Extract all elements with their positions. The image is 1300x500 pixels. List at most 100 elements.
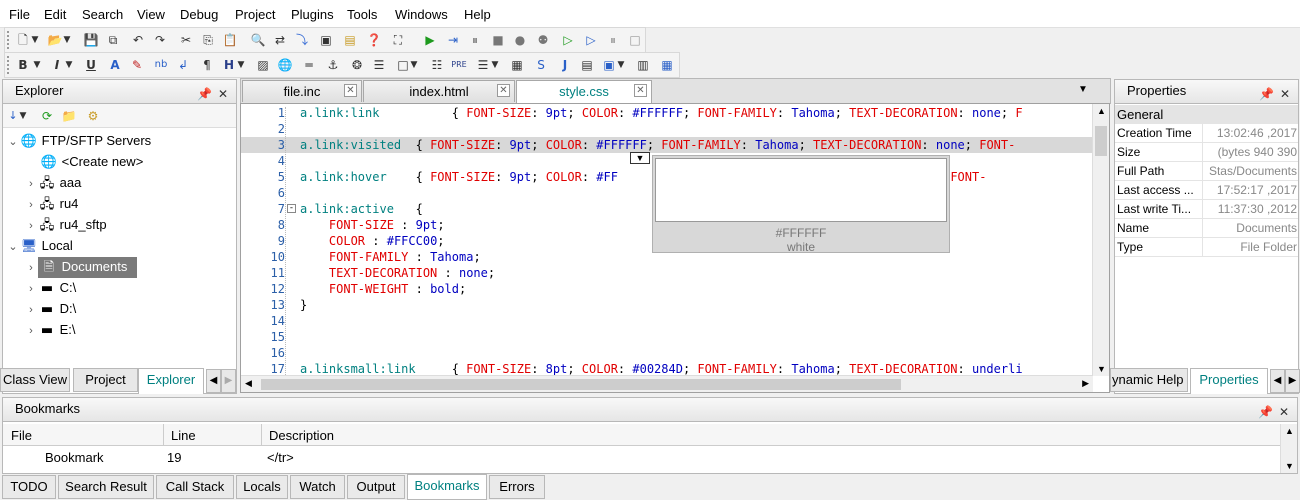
anchor-icon[interactable]: ⚓ (325, 57, 341, 73)
expand-icon[interactable]: › (24, 195, 38, 215)
close-icon[interactable]: ✕ (497, 84, 510, 97)
scroll-thumb[interactable] (261, 379, 901, 390)
nbsp-icon[interactable]: nb (153, 57, 169, 73)
undo-icon[interactable]: ↶ (130, 32, 146, 48)
menu-plugins[interactable]: Plugins (291, 7, 334, 22)
chevron-down-icon[interactable]: ▼ (33, 57, 41, 73)
redo-icon[interactable]: ↷ (152, 32, 168, 48)
tab-explorer[interactable]: Explorer (138, 368, 204, 394)
tab-search-result[interactable]: Search Result (58, 475, 154, 499)
paragraph-icon[interactable]: ¶ (199, 57, 215, 73)
css-icon[interactable]: S (533, 57, 549, 73)
color-icon[interactable]: ✎ (129, 57, 145, 73)
close-icon[interactable]: ✕ (634, 84, 647, 97)
heading-icon[interactable]: H (221, 57, 237, 73)
menu-view[interactable]: View (137, 7, 165, 22)
editor-horizontal-scrollbar[interactable]: ◀ ▶ (241, 375, 1093, 392)
breakpoint-icon[interactable]: ● (512, 32, 528, 48)
tab-dynamic-help[interactable]: ynamic Help (1110, 368, 1188, 392)
step-icon[interactable]: ⇥ (445, 32, 461, 48)
property-row[interactable]: Type File Folder (1115, 238, 1298, 257)
code-line[interactable]: 3 a.link:visited { FONT-SIZE: 9pt; COLOR:… (241, 137, 1093, 153)
menu-windows[interactable]: Windows (395, 7, 448, 22)
run-icon[interactable]: ▶ (422, 32, 438, 48)
code-line[interactable]: 2 (241, 121, 1093, 137)
close-icon[interactable]: ✕ (1280, 83, 1290, 105)
stop-debug-icon[interactable]: □ (627, 32, 643, 48)
code-editor[interactable]: 1 a.link:link { FONT-SIZE: 9pt; COLOR: #F… (240, 103, 1110, 393)
chevron-down-icon[interactable]: ▼ (19, 108, 27, 124)
div-icon[interactable]: □ (395, 57, 411, 73)
toolbar-grip[interactable] (7, 31, 10, 49)
tab-todo[interactable]: TODO (2, 475, 56, 499)
window-icon[interactable]: ▣ (318, 32, 334, 48)
italic-icon[interactable]: I (49, 57, 65, 73)
font-icon[interactable]: A (107, 57, 123, 73)
save-icon[interactable]: 💾 (83, 32, 99, 48)
column-divider[interactable] (163, 424, 164, 445)
scroll-thumb[interactable] (1095, 126, 1107, 156)
tab-class-view[interactable]: Class View (0, 368, 70, 392)
scroll-up-icon[interactable]: ▲ (1285, 426, 1294, 436)
bookmarks-scrollbar[interactable]: ▲ ▼ (1280, 424, 1297, 473)
chevron-down-icon[interactable]: ▼ (491, 57, 499, 73)
expand-icon[interactable]: › (24, 321, 38, 341)
refresh-icon[interactable]: ⟳ (39, 108, 55, 124)
tree-item-ftp-servers[interactable]: ⌄ 🌐 FTP/SFTP Servers (6, 131, 151, 151)
tree-item-create-new[interactable]: 🌐 <Create new> (40, 152, 143, 172)
menu-debug[interactable]: Debug (180, 7, 218, 22)
property-row[interactable]: Last write Ti... 2012, 11:37:30 (1115, 200, 1298, 219)
cut-icon[interactable]: ✂ (178, 32, 194, 48)
pin-icon[interactable]: 📌 (1259, 83, 1274, 105)
copy-icon[interactable]: ⎘ (200, 32, 216, 48)
property-row[interactable]: Name Documents (1115, 219, 1298, 238)
expand-icon[interactable]: › (24, 216, 38, 236)
help-icon[interactable]: ❓ (366, 32, 382, 48)
tree-item-documents[interactable]: › 🗎 Documents (24, 257, 138, 278)
tab-project[interactable]: Project (73, 368, 138, 392)
save-all-icon[interactable]: ⧉ (105, 32, 121, 48)
tab-bookmarks[interactable]: Bookmarks (407, 474, 487, 500)
code-line[interactable]: 13} (241, 297, 1093, 313)
goto-icon[interactable]: ⤵ (294, 32, 310, 48)
menu-tools[interactable]: Tools (347, 7, 377, 22)
tab-call-stack[interactable]: Call Stack (156, 475, 234, 499)
stop-icon[interactable]: ■ (490, 32, 506, 48)
step-into-icon[interactable]: ▷ (560, 32, 576, 48)
pin-icon[interactable]: 📌 (197, 83, 212, 105)
column-header-description[interactable]: Description (269, 428, 334, 443)
menu-edit[interactable]: Edit (44, 7, 66, 22)
close-icon[interactable]: ✕ (218, 83, 228, 105)
tree-item-ru4[interactable]: › 🖧 ru4 (24, 194, 78, 214)
chevron-down-icon[interactable]: ▼ (617, 57, 625, 73)
horizontal-rule-icon[interactable]: ═ (301, 57, 317, 73)
tab-file-inc[interactable]: file.inc ✕ (242, 80, 362, 102)
collapse-icon[interactable]: ⌄ (6, 132, 20, 152)
pin-icon[interactable]: 📌 (1258, 401, 1273, 423)
menu-project[interactable]: Project (235, 7, 275, 22)
table-icon[interactable]: ▦ (509, 57, 525, 73)
bold-icon[interactable]: B (15, 57, 31, 73)
scroll-down-icon[interactable]: ▼ (1097, 364, 1106, 374)
frame-icon[interactable]: ▥ (635, 57, 651, 73)
replace-icon[interactable]: ⇄ (272, 32, 288, 48)
underline-icon[interactable]: U (83, 57, 99, 73)
menu-help[interactable]: Help (464, 7, 491, 22)
scroll-left-icon[interactable]: ◀ (245, 378, 252, 389)
chevron-down-icon[interactable]: ▼ (31, 32, 39, 48)
list-icon[interactable]: ☰ (475, 57, 491, 73)
code-line[interactable]: 11 TEXT-DECORATION : none; (241, 265, 1093, 281)
tree-item-local[interactable]: ⌄ 🖥 Local (6, 236, 72, 256)
chevron-down-icon[interactable]: ▼ (63, 32, 71, 48)
step-over-icon[interactable]: ▷ (583, 32, 599, 48)
step-out-icon[interactable]: ⏸ (605, 32, 621, 48)
expand-icon[interactable]: › (24, 300, 38, 320)
tree-item-aaa[interactable]: › 🖧 aaa (24, 173, 81, 193)
property-row[interactable]: Full Path Stas/Documents (1115, 162, 1298, 181)
tab-output[interactable]: Output (347, 475, 405, 499)
chevron-down-icon[interactable]: ▼ (237, 57, 245, 73)
tree-item-ru4-sftp[interactable]: › 🖧 ru4_sftp (24, 215, 106, 236)
column-divider[interactable] (261, 424, 262, 445)
tab-index-html[interactable]: index.html ✕ (363, 80, 515, 102)
scroll-right-icon[interactable]: ▶ (1285, 369, 1300, 393)
